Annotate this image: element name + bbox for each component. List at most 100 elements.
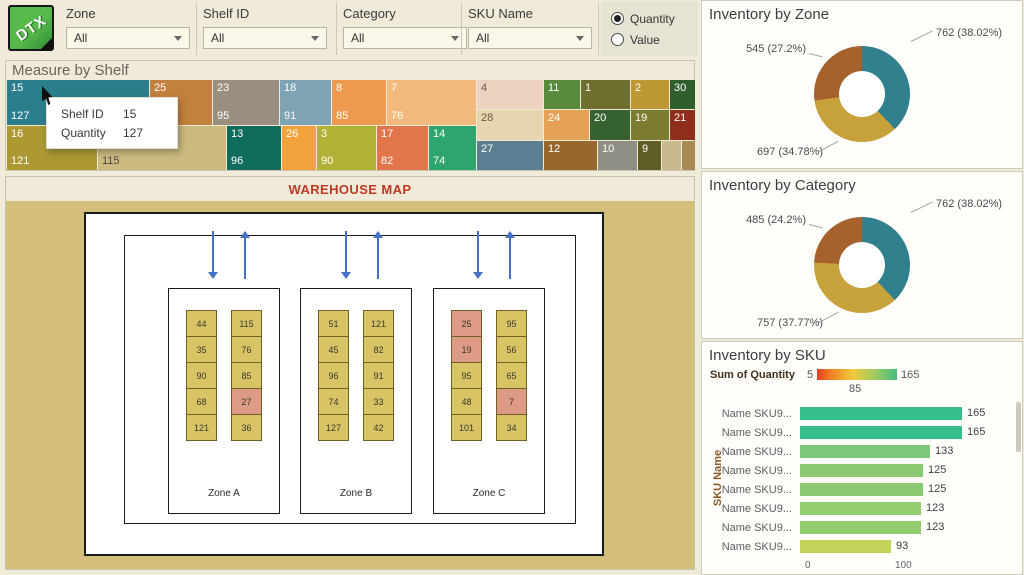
sku-bar-value: 165 [967, 407, 986, 419]
shelf-id-dropdown[interactable]: All [203, 27, 327, 49]
shelf-cell[interactable]: 48 [451, 388, 482, 415]
shelf-cell[interactable]: 90 [186, 362, 217, 389]
sku-bar-value: 125 [928, 483, 947, 495]
treemap-tile-26[interactable]: 26 [282, 125, 316, 170]
x-tick: 0 [805, 560, 811, 571]
sku-bar[interactable] [800, 521, 921, 534]
treemap-right-region: 4 11 1 2 30 28 24 20 19 21 27 12 10 9 [477, 80, 695, 170]
treemap-tile-9[interactable]: 9 [638, 140, 661, 170]
warehouse-floor: 44 35 90 68 121 115 76 85 27 36 Zone A 51 45 96 74 1… [84, 212, 604, 556]
sku-name-label: Name SKU9... [721, 464, 792, 477]
sku-name-dropdown[interactable]: All [468, 27, 592, 49]
treemap-tile-21[interactable]: 21 [670, 110, 695, 140]
shelf-cell[interactable]: 34 [496, 414, 527, 441]
sku-bar[interactable] [800, 464, 923, 477]
shelf-cell[interactable]: 56 [496, 336, 527, 363]
sku-bar-chart: Name SKU9... 165 Name SKU9... 165 Name SKU9.… [708, 404, 1020, 556]
shelf-cell[interactable]: 85 [231, 362, 262, 389]
treemap-tile[interactable] [682, 140, 695, 170]
shelf-column: 25 19 95 48 101 [451, 310, 482, 441]
dropdown-value: All [476, 31, 490, 45]
radio-icon [611, 12, 624, 25]
shelf-cell[interactable]: 33 [363, 388, 394, 415]
treemap-tile-17[interactable]: 17 82 [377, 125, 428, 170]
color-gradient-bar [817, 369, 897, 380]
shelf-cell[interactable]: 121 [186, 414, 217, 441]
shelf-cell[interactable]: 27 [231, 388, 262, 415]
warehouse-map-panel: WAREHOUSE MAP 44 35 90 68 121 115 76 85 27 36 Zo… [5, 176, 695, 570]
treemap-tile-28[interactable]: 28 [477, 110, 543, 140]
sku-bar[interactable] [800, 502, 921, 515]
shelf-cell[interactable]: 115 [231, 310, 262, 337]
shelf-column: 121 82 91 33 42 [363, 310, 394, 441]
sku-bar[interactable] [800, 483, 923, 496]
shelf-cell[interactable]: 19 [451, 336, 482, 363]
shelf-cell[interactable]: 36 [231, 414, 262, 441]
shelf-cell[interactable]: 101 [451, 414, 482, 441]
treemap-tile-2[interactable]: 2 [631, 80, 669, 110]
treemap-tile-30[interactable]: 30 [670, 80, 695, 110]
zone-dropdown[interactable]: All [66, 27, 190, 49]
treemap-tile-20[interactable]: 20 [590, 110, 630, 140]
divider [196, 3, 197, 55]
shelf-cell[interactable]: 45 [318, 336, 349, 363]
app-logo: DTX [8, 5, 54, 51]
shelf-cell[interactable]: 127 [318, 414, 349, 441]
shelf-cell[interactable]: 7 [496, 388, 527, 415]
shelf-cell[interactable]: 76 [231, 336, 262, 363]
sku-bar[interactable] [800, 407, 962, 420]
shelf-cell[interactable]: 51 [318, 310, 349, 337]
treemap-tile-24[interactable]: 24 [544, 110, 589, 140]
category-donut-chart[interactable] [814, 217, 910, 313]
shelf-cell[interactable]: 35 [186, 336, 217, 363]
radio-label: Quantity [630, 11, 675, 26]
zone-donut-chart[interactable] [814, 46, 910, 142]
leader-line [808, 224, 823, 229]
legend-mid: 85 [849, 383, 862, 395]
shelf-cell[interactable]: 95 [496, 310, 527, 337]
treemap-tile-18[interactable]: 18 91 [280, 80, 331, 125]
flow-arrow-down-icon [208, 231, 218, 279]
shelf-cell[interactable]: 91 [363, 362, 394, 389]
treemap-tile-12[interactable]: 12 [544, 140, 597, 170]
shelf-cell[interactable]: 74 [318, 388, 349, 415]
shelf-cell[interactable]: 25 [451, 310, 482, 337]
treemap-tile-4[interactable]: 4 [477, 80, 543, 110]
shelf-cell[interactable]: 65 [496, 362, 527, 389]
treemap-tile[interactable] [662, 140, 681, 170]
category-dropdown[interactable]: All [343, 27, 467, 49]
treemap-tile-23[interactable]: 23 95 [213, 80, 279, 125]
shelf-cell[interactable]: 95 [451, 362, 482, 389]
sku-bar[interactable] [800, 540, 891, 553]
color-legend: Sum of Quantity 5 165 85 [710, 367, 1016, 399]
treemap-tile-8[interactable]: 8 85 [332, 80, 386, 125]
zone-a-box: 44 35 90 68 121 115 76 85 27 36 Zone A [168, 288, 280, 514]
treemap-title: Measure by Shelf [12, 62, 129, 79]
shelf-cell[interactable]: 82 [363, 336, 394, 363]
measure-by-shelf-panel: Measure by Shelf 15127251012395189188577… [5, 60, 695, 171]
treemap-tile-14[interactable]: 14 74 [429, 125, 476, 170]
x-tick: 100 [895, 560, 912, 571]
treemap-tile-27[interactable]: 27 [477, 140, 543, 170]
sku-bar[interactable] [800, 445, 930, 458]
radio-value[interactable]: Value [611, 29, 698, 50]
treemap-tile-10[interactable]: 10 [598, 140, 637, 170]
treemap-tile-13[interactable]: 13 96 [227, 125, 281, 170]
scrollbar-thumb[interactable] [1016, 402, 1021, 452]
inventory-by-sku-card: Inventory by SKU Sum of Quantity 5 165 8… [701, 341, 1023, 575]
treemap-tile-19[interactable]: 19 [631, 110, 669, 140]
treemap-tile-7[interactable]: 7 76 [387, 80, 476, 125]
filter-shelf-id: Shelf ID All [203, 6, 327, 49]
treemap-tile-1[interactable]: 1 [581, 80, 630, 110]
shelf-cell[interactable]: 121 [363, 310, 394, 337]
treemap-tile-11[interactable]: 11 [544, 80, 580, 110]
treemap-tile-3[interactable]: 3 90 [317, 125, 376, 170]
shelf-cell[interactable]: 96 [318, 362, 349, 389]
radio-quantity[interactable]: Quantity [611, 8, 698, 29]
shelf-tooltip: Shelf ID 15 Quantity 127 [46, 97, 178, 149]
shelf-cell[interactable]: 44 [186, 310, 217, 337]
shelf-cell[interactable]: 42 [363, 414, 394, 441]
shelf-cell[interactable]: 68 [186, 388, 217, 415]
sku-bar[interactable] [800, 426, 962, 439]
zone-label: Zone A [208, 488, 240, 499]
